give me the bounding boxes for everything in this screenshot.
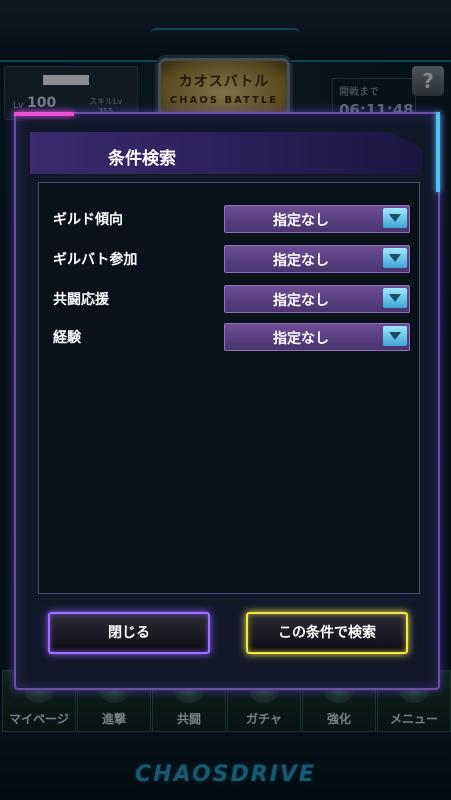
select-value: 指定なし	[273, 213, 329, 229]
select-value: 指定なし	[273, 253, 329, 269]
modal-header: 条件検索	[30, 132, 422, 174]
modal-accent-right	[436, 112, 440, 192]
filter-row-guild-tendency: ギルド傾向 指定なし	[53, 205, 410, 233]
chevron-down-icon[interactable]	[383, 326, 407, 346]
search-button[interactable]: この条件で検索	[246, 612, 408, 654]
coop-support-select[interactable]: 指定なし	[224, 285, 410, 313]
filter-row-guild-battle: ギルバト参加 指定なし	[53, 245, 410, 273]
search-conditions-modal: 条件検索 ギルド傾向 指定なし ギルバト参加 指定なし 共闘応援 指定なし 経験	[14, 112, 440, 690]
chevron-down-icon[interactable]	[383, 288, 407, 308]
modal-accent-left	[14, 112, 74, 116]
experience-select[interactable]: 指定なし	[224, 323, 410, 351]
chevron-down-icon[interactable]	[383, 208, 407, 228]
close-button[interactable]: 閉じる	[48, 612, 210, 654]
guild-battle-select[interactable]: 指定なし	[224, 245, 410, 273]
modal-body: ギルド傾向 指定なし ギルバト参加 指定なし 共闘応援 指定なし 経験 指定なし	[38, 182, 420, 594]
modal-title: 条件検索	[108, 149, 176, 169]
filter-row-coop-support: 共闘応援 指定なし	[53, 285, 410, 313]
filter-row-experience: 経験 指定なし	[53, 323, 410, 351]
chevron-down-icon[interactable]	[383, 248, 407, 268]
select-value: 指定なし	[273, 293, 329, 309]
filter-label: 共闘応援	[53, 292, 109, 308]
filter-label: ギルバト参加	[53, 252, 138, 268]
filter-label: 経験	[53, 330, 81, 346]
filter-label: ギルド傾向	[53, 212, 123, 228]
select-value: 指定なし	[273, 331, 329, 347]
guild-tendency-select[interactable]: 指定なし	[224, 205, 410, 233]
